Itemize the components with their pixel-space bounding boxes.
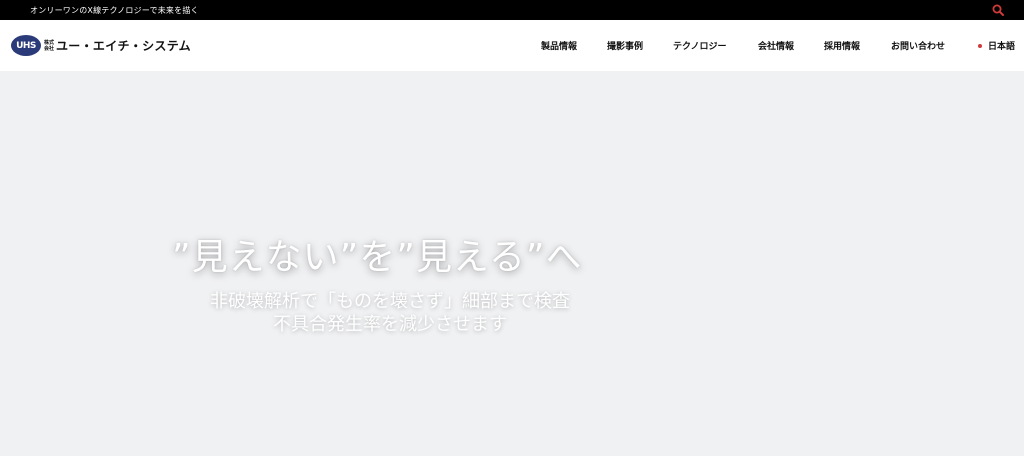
nav-item-company[interactable]: 会社情報 bbox=[758, 39, 794, 52]
nav-item-recruit[interactable]: 採用情報 bbox=[824, 39, 860, 52]
nav-item-technology[interactable]: テクノロジー bbox=[673, 39, 726, 52]
search-icon[interactable] bbox=[992, 4, 1004, 16]
language-label: 日本語 bbox=[988, 42, 1016, 52]
hero-subtitle: 非破壊解析で「ものを壊さず」細部まで検査 不具合発生率を減少させます bbox=[160, 290, 620, 336]
main-nav: 製品情報 撮影事例 テクノロジー 会社情報 採用情報 お問い合わせ 日本語 bbox=[0, 20, 1024, 71]
hero-title: ”見えない”を”見える”へ bbox=[172, 237, 583, 278]
nav-item-products[interactable]: 製品情報 bbox=[541, 39, 577, 52]
hero-section: ”見えない”を”見える”へ 非破壊解析で「ものを壊さず」細部まで検査 不具合発生… bbox=[0, 71, 1024, 456]
tagline: オンリーワンのX線テクノロジーで未来を描く bbox=[30, 5, 199, 15]
hero-subtitle-line-1: 非破壊解析で「ものを壊さず」細部まで検査 bbox=[210, 291, 570, 312]
language-dot-icon bbox=[978, 43, 982, 48]
top-bar: オンリーワンのX線テクノロジーで未来を描く bbox=[0, 0, 1024, 20]
hero-subtitle-line-2: 不具合発生率を減少させます bbox=[273, 314, 507, 335]
site-header: UHS 株式会社 ユー・エイチ・システム 製品情報 撮影事例 テクノロジー 会社… bbox=[0, 20, 1024, 71]
language-switcher[interactable]: 日本語 bbox=[978, 39, 1015, 52]
nav-item-contact[interactable]: お問い合わせ bbox=[891, 39, 945, 52]
nav-item-case-studies[interactable]: 撮影事例 bbox=[607, 39, 643, 52]
